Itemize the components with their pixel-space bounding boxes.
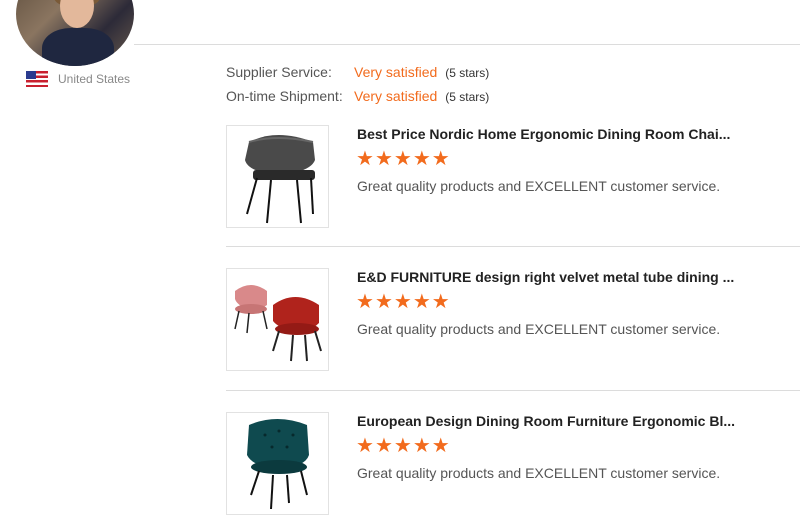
- rating-value: Very satisfied: [354, 64, 438, 80]
- avatar: [16, 0, 134, 66]
- review-comment: Great quality products and EXCELLENT cus…: [357, 465, 721, 481]
- star-icon: ★: [412, 435, 431, 457]
- rating-label: On-time Shipment:: [226, 88, 343, 104]
- product-thumbnail[interactable]: [226, 412, 329, 515]
- star-icon: ★: [412, 148, 431, 170]
- chair-teal-icon: [247, 419, 309, 510]
- rating-value: Very satisfied: [354, 88, 438, 104]
- star-icon: ★: [431, 148, 450, 170]
- rating-label: Supplier Service:: [226, 64, 332, 80]
- product-thumbnail[interactable]: [226, 125, 329, 228]
- chair-red-pink-icon: [234, 285, 322, 362]
- review-divider: [226, 246, 800, 247]
- review-product-title[interactable]: European Design Dining Room Furniture Er…: [357, 413, 735, 429]
- star-icon: ★: [393, 148, 412, 170]
- rating-stars: ★ ★ ★ ★ ★: [356, 290, 451, 314]
- star-icon: ★: [431, 291, 450, 313]
- us-flag-icon: [26, 71, 48, 87]
- rating-stars-text: (5 stars): [445, 66, 490, 80]
- star-icon: ★: [393, 291, 412, 313]
- rating-stars: ★ ★ ★ ★ ★: [356, 434, 451, 458]
- review-item: European Design Dining Room Furniture Er…: [226, 412, 800, 515]
- rating-stars: ★ ★ ★ ★ ★: [356, 147, 451, 171]
- review-product-title[interactable]: Best Price Nordic Home Ergonomic Dining …: [357, 126, 730, 142]
- star-icon: ★: [374, 435, 393, 457]
- review-item: Best Price Nordic Home Ergonomic Dining …: [226, 125, 800, 228]
- avatar-body: [42, 28, 114, 66]
- chair-gray-icon: [245, 135, 315, 224]
- star-icon: ★: [412, 291, 431, 313]
- top-divider: [134, 44, 800, 45]
- review-comment: Great quality products and EXCELLENT cus…: [357, 321, 721, 337]
- review-product-title[interactable]: E&D FURNITURE design right velvet metal …: [357, 269, 734, 285]
- star-icon: ★: [393, 435, 412, 457]
- star-icon: ★: [431, 435, 450, 457]
- review-divider: [226, 390, 800, 391]
- country-label: United States: [58, 72, 131, 86]
- star-icon: ★: [374, 291, 393, 313]
- rating-row-supplier-service: Supplier Service: Very satisfied (5 star…: [226, 64, 489, 88]
- star-icon: ★: [356, 435, 374, 457]
- product-thumbnail[interactable]: [226, 268, 329, 371]
- rating-row-on-time-shipment: On-time Shipment: Very satisfied (5 star…: [226, 88, 489, 112]
- rating-stars-text: (5 stars): [445, 90, 490, 104]
- star-icon: ★: [356, 148, 374, 170]
- star-icon: ★: [356, 291, 374, 313]
- star-icon: ★: [374, 148, 393, 170]
- supplier-ratings: Supplier Service: Very satisfied (5 star…: [226, 64, 489, 112]
- avatar-face: [60, 0, 94, 28]
- reviewer-country: United States: [26, 71, 130, 87]
- review-comment: Great quality products and EXCELLENT cus…: [357, 178, 721, 194]
- review-item: E&D FURNITURE design right velvet metal …: [226, 268, 800, 371]
